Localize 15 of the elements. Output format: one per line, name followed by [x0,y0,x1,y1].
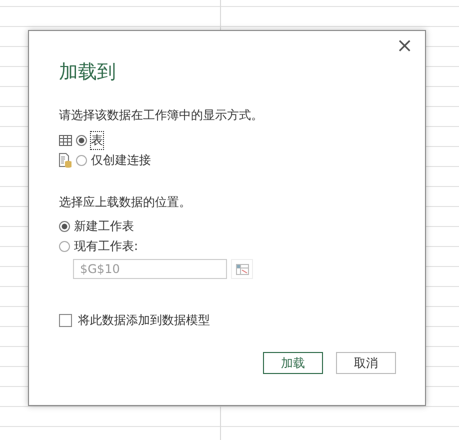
radio-option[interactable]: 仅创建连接 [76,152,151,168]
radio-option[interactable]: 新建工作表 [59,218,134,234]
radio-option[interactable]: 表 [76,132,103,148]
location-prompt: 选择应上载数据的位置。 [59,194,192,211]
table-icon [59,134,72,146]
document-database-icon [59,152,72,168]
cancel-button[interactable]: 取消 [336,352,396,374]
display-prompt: 请选择该数据在工作簿中的显示方式。 [59,107,264,124]
range-select-icon [236,264,248,274]
dialog-title: 加载到 [59,60,117,85]
data-model-checkbox[interactable]: 将此数据添加到数据模型 [59,312,210,328]
load-button[interactable]: 加载 [263,352,323,374]
range-picker-button[interactable] [231,259,253,279]
radio-option[interactable]: 现有工作表: [59,238,138,254]
close-button[interactable]: × [392,35,417,55]
